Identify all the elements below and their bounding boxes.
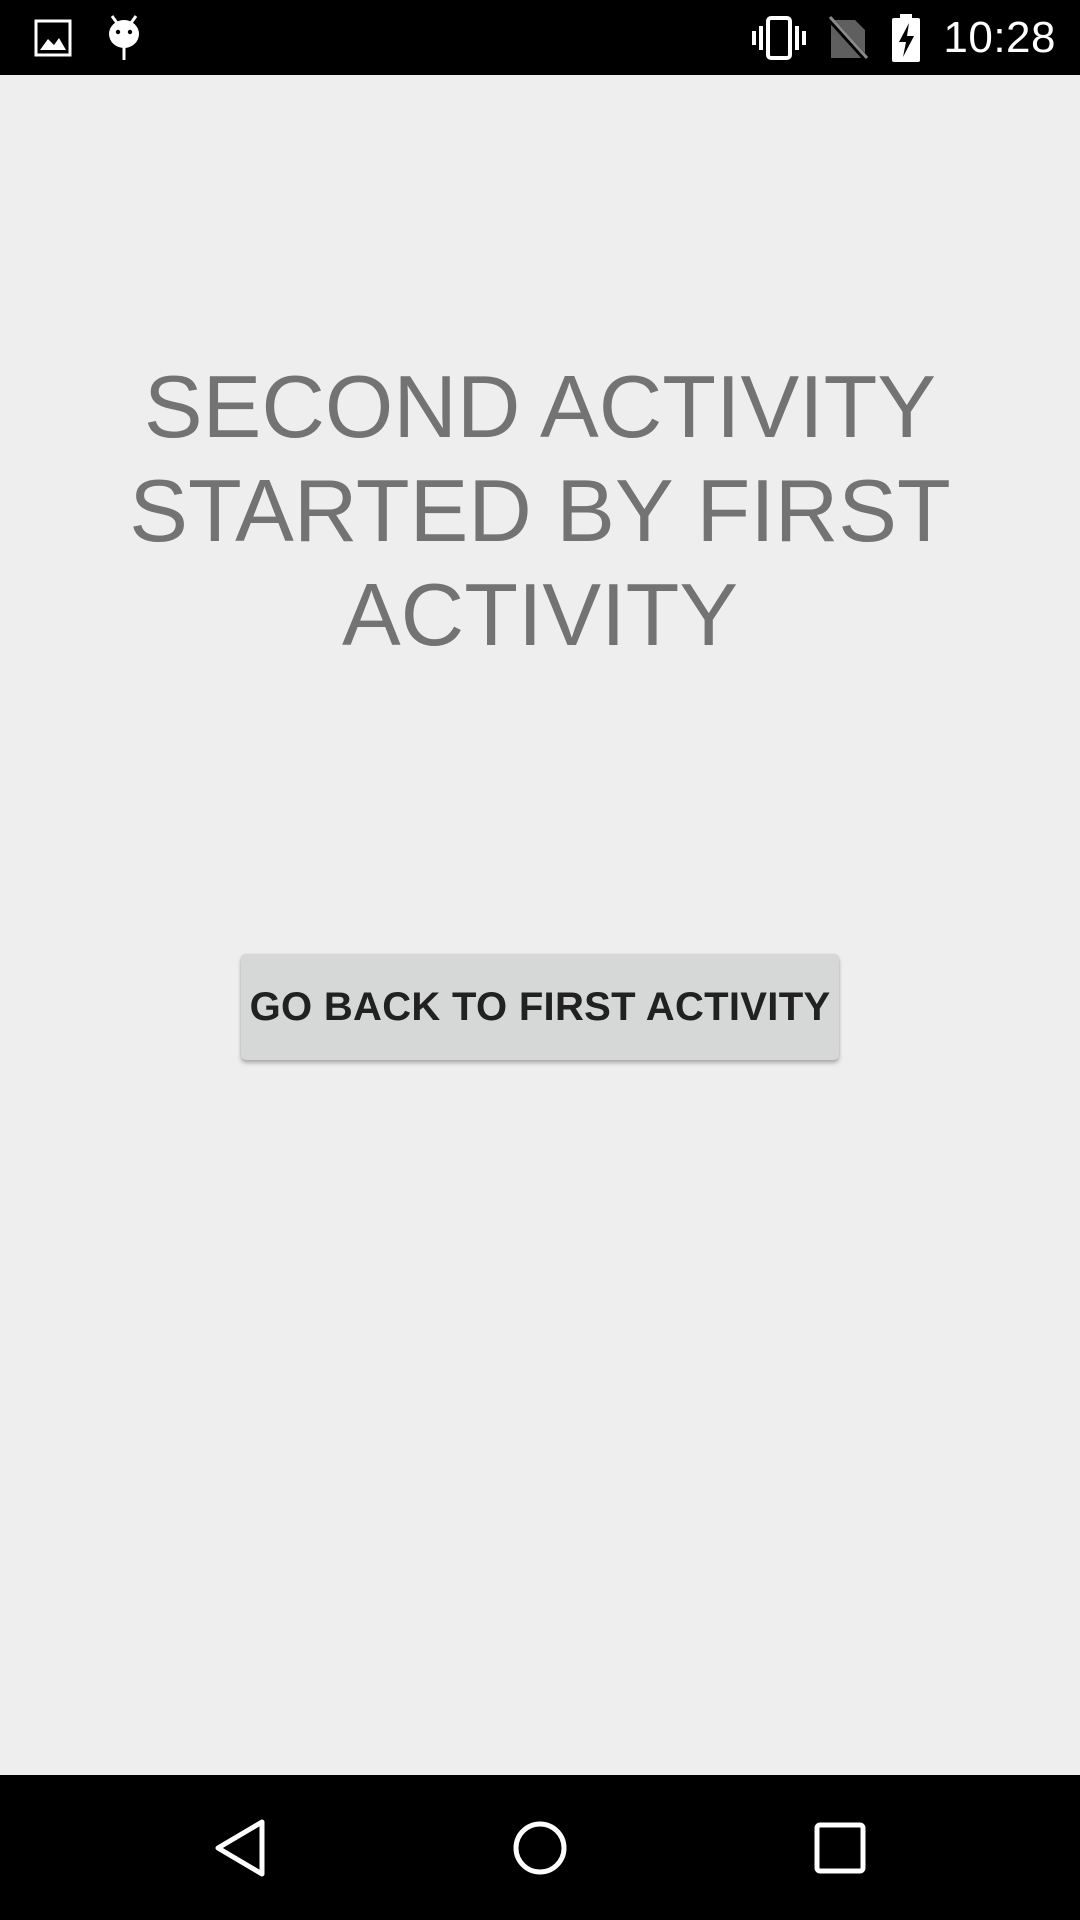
navigation-bar (0, 1775, 1080, 1920)
recents-icon (812, 1820, 868, 1876)
status-bar: 10:28 (0, 0, 1080, 75)
battery-charging-icon (891, 13, 921, 63)
notification-icons (34, 14, 142, 62)
go-back-button[interactable]: GO BACK TO FIRST ACTIVITY (241, 954, 839, 1060)
activity-content: SECOND ACTIVITY STARTED BY FIRST ACTIVIT… (0, 75, 1080, 1775)
home-icon (510, 1818, 570, 1878)
image-notification-icon (34, 19, 72, 57)
no-sim-icon (827, 14, 870, 63)
app-screen: 10:28 SECOND ACTIVITY STARTED BY FIRST A… (0, 0, 1080, 1920)
android-debug-icon (106, 14, 142, 62)
system-status-icons: 10:28 (751, 8, 1056, 68)
back-icon (210, 1816, 270, 1880)
back-button[interactable] (195, 1803, 285, 1893)
home-button[interactable] (495, 1803, 585, 1893)
activity-headline: SECOND ACTIVITY STARTED BY FIRST ACTIVIT… (129, 357, 951, 664)
status-time: 10:28 (943, 13, 1056, 62)
recents-button[interactable] (795, 1803, 885, 1893)
vibrate-icon (751, 14, 807, 62)
